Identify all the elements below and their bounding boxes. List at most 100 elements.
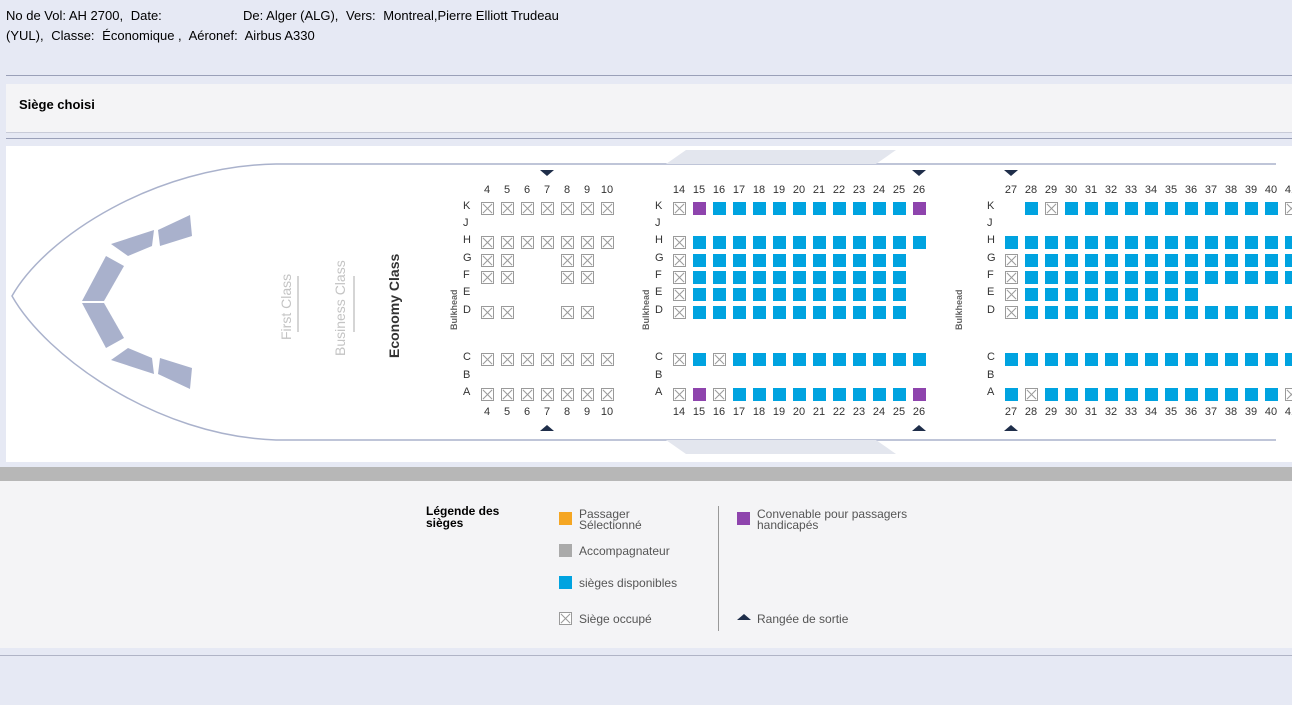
- seat-available[interactable]: [1125, 254, 1138, 267]
- seat-available[interactable]: [733, 306, 746, 319]
- seat-available[interactable]: [773, 388, 786, 401]
- seat-available[interactable]: [1045, 353, 1058, 366]
- seat-available[interactable]: [773, 288, 786, 301]
- seat-available[interactable]: [1185, 306, 1198, 319]
- seat-available[interactable]: [1065, 271, 1078, 284]
- seat-available[interactable]: [1145, 288, 1158, 301]
- seat-available[interactable]: [773, 306, 786, 319]
- seat-available[interactable]: [853, 254, 866, 267]
- seat-available[interactable]: [1225, 254, 1238, 267]
- seat-available[interactable]: [1205, 353, 1218, 366]
- seat-available[interactable]: [1225, 271, 1238, 284]
- seat-available[interactable]: [1125, 306, 1138, 319]
- seat-available[interactable]: [1105, 388, 1118, 401]
- seat-handicapped[interactable]: [693, 388, 706, 401]
- seat-available[interactable]: [893, 236, 906, 249]
- seat-available[interactable]: [833, 288, 846, 301]
- seat-available[interactable]: [813, 388, 826, 401]
- seat-available[interactable]: [1245, 202, 1258, 215]
- seat-available[interactable]: [1025, 288, 1038, 301]
- seat-available[interactable]: [873, 306, 886, 319]
- seat-available[interactable]: [873, 353, 886, 366]
- seat-available[interactable]: [1205, 202, 1218, 215]
- seat-available[interactable]: [833, 388, 846, 401]
- seat-available[interactable]: [753, 236, 766, 249]
- seat-available[interactable]: [1245, 353, 1258, 366]
- seat-available[interactable]: [693, 288, 706, 301]
- seat-available[interactable]: [833, 236, 846, 249]
- seat-available[interactable]: [1185, 353, 1198, 366]
- seat-available[interactable]: [793, 202, 806, 215]
- seat-available[interactable]: [1285, 271, 1292, 284]
- seat-available[interactable]: [1085, 353, 1098, 366]
- seat-available[interactable]: [1025, 202, 1038, 215]
- seat-available[interactable]: [1265, 388, 1278, 401]
- seat-available[interactable]: [713, 271, 726, 284]
- seat-available[interactable]: [753, 202, 766, 215]
- seat-available[interactable]: [693, 236, 706, 249]
- seat-available[interactable]: [693, 306, 706, 319]
- seat-available[interactable]: [773, 202, 786, 215]
- seat-available[interactable]: [1265, 236, 1278, 249]
- seat-available[interactable]: [1085, 254, 1098, 267]
- seat-available[interactable]: [1005, 353, 1018, 366]
- seat-handicapped[interactable]: [693, 202, 706, 215]
- seat-available[interactable]: [1285, 353, 1292, 366]
- seat-available[interactable]: [1265, 202, 1278, 215]
- seat-available[interactable]: [1225, 236, 1238, 249]
- seat-available[interactable]: [1205, 254, 1218, 267]
- seat-available[interactable]: [1145, 202, 1158, 215]
- seat-available[interactable]: [773, 353, 786, 366]
- seat-available[interactable]: [1245, 254, 1258, 267]
- seat-available[interactable]: [1005, 388, 1018, 401]
- seat-available[interactable]: [793, 353, 806, 366]
- seat-available[interactable]: [1185, 271, 1198, 284]
- seat-available[interactable]: [1205, 236, 1218, 249]
- seat-available[interactable]: [793, 388, 806, 401]
- seat-available[interactable]: [813, 254, 826, 267]
- seat-available[interactable]: [853, 288, 866, 301]
- seat-available[interactable]: [1085, 271, 1098, 284]
- seat-available[interactable]: [713, 202, 726, 215]
- seat-available[interactable]: [693, 271, 706, 284]
- seat-available[interactable]: [693, 353, 706, 366]
- seat-available[interactable]: [1225, 388, 1238, 401]
- seat-available[interactable]: [1245, 306, 1258, 319]
- seat-available[interactable]: [733, 236, 746, 249]
- seat-available[interactable]: [733, 288, 746, 301]
- seat-available[interactable]: [793, 306, 806, 319]
- seat-available[interactable]: [1185, 254, 1198, 267]
- seat-available[interactable]: [873, 288, 886, 301]
- seat-available[interactable]: [853, 353, 866, 366]
- seat-available[interactable]: [1145, 254, 1158, 267]
- seat-available[interactable]: [813, 271, 826, 284]
- seat-available[interactable]: [1145, 353, 1158, 366]
- seat-available[interactable]: [1285, 306, 1292, 319]
- seat-available[interactable]: [1025, 353, 1038, 366]
- seat-available[interactable]: [833, 271, 846, 284]
- seat-available[interactable]: [893, 254, 906, 267]
- seat-available[interactable]: [1045, 236, 1058, 249]
- seat-available[interactable]: [1065, 306, 1078, 319]
- seat-available[interactable]: [1105, 353, 1118, 366]
- seat-available[interactable]: [1165, 353, 1178, 366]
- seat-available[interactable]: [733, 353, 746, 366]
- seat-available[interactable]: [913, 353, 926, 366]
- seat-available[interactable]: [1085, 306, 1098, 319]
- seat-available[interactable]: [813, 288, 826, 301]
- seat-available[interactable]: [893, 271, 906, 284]
- seat-available[interactable]: [1065, 288, 1078, 301]
- seat-available[interactable]: [1025, 271, 1038, 284]
- seat-available[interactable]: [793, 288, 806, 301]
- seat-available[interactable]: [1145, 388, 1158, 401]
- seat-available[interactable]: [1105, 271, 1118, 284]
- seat-available[interactable]: [1185, 202, 1198, 215]
- seat-available[interactable]: [1145, 271, 1158, 284]
- seat-available[interactable]: [1185, 236, 1198, 249]
- seat-available[interactable]: [853, 271, 866, 284]
- seat-available[interactable]: [1105, 202, 1118, 215]
- seat-available[interactable]: [753, 353, 766, 366]
- seat-available[interactable]: [853, 236, 866, 249]
- seat-available[interactable]: [1085, 236, 1098, 249]
- seat-available[interactable]: [1125, 271, 1138, 284]
